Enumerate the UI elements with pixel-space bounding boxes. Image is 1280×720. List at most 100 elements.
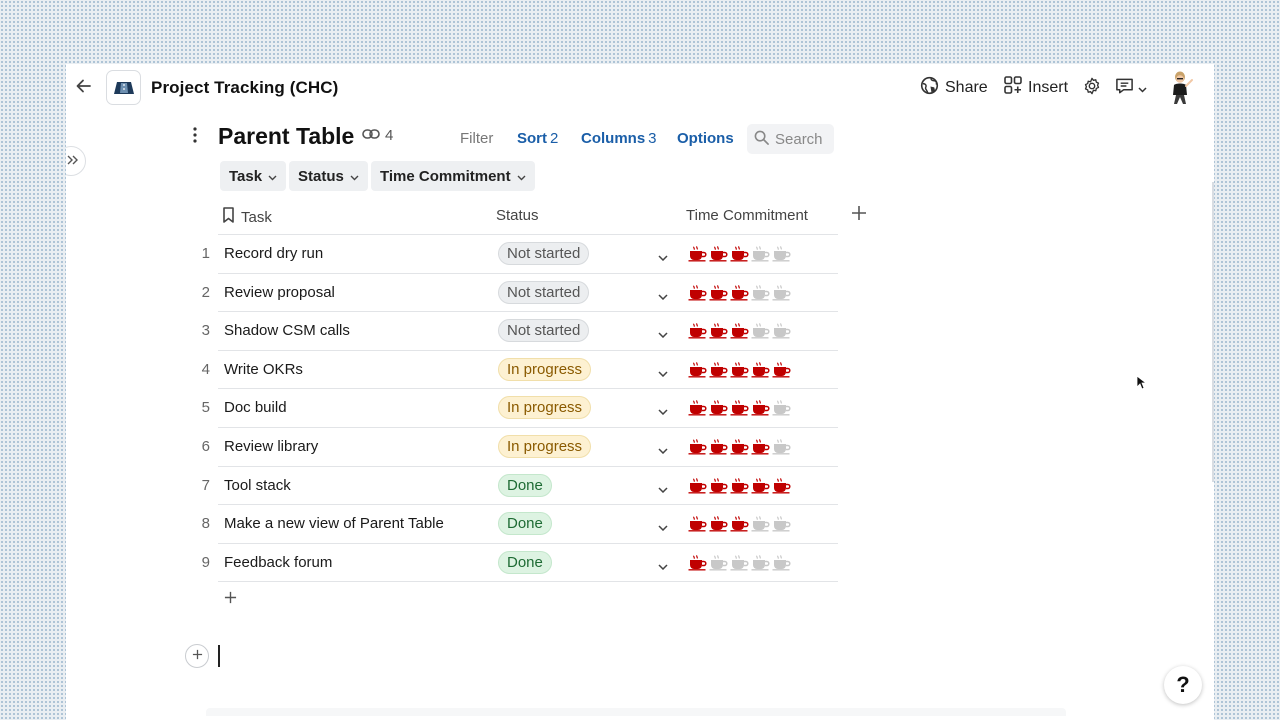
chevron-down-icon[interactable] — [658, 480, 668, 498]
time-commitment-rating[interactable] — [688, 477, 791, 499]
task-cell[interactable]: Make a new view of Parent Table — [224, 515, 444, 532]
insert-button[interactable]: Insert — [1004, 76, 1068, 99]
status-badge[interactable]: Not started — [498, 242, 590, 265]
coffee-cup-icon[interactable] — [730, 400, 749, 421]
coffee-cup-icon[interactable] — [709, 438, 728, 460]
sort-button[interactable]: Sort 2 — [517, 130, 558, 147]
avatar[interactable] — [1164, 69, 1196, 105]
linked-count[interactable]: 4 — [362, 127, 393, 144]
coffee-cup-icon[interactable] — [688, 245, 707, 267]
coffee-cup-icon[interactable] — [709, 554, 728, 576]
status-badge[interactable]: In progress — [498, 357, 592, 381]
chevron-down-icon[interactable] — [658, 518, 668, 536]
column-header-task[interactable]: Task — [222, 207, 272, 227]
coffee-cup-icon[interactable] — [772, 516, 791, 537]
coffee-cup-icon[interactable] — [751, 323, 770, 344]
column-header-time-commitment[interactable]: Time Commitment — [686, 207, 808, 224]
coffee-cup-icon[interactable] — [772, 438, 791, 460]
options-button[interactable]: Options — [677, 130, 734, 147]
coffee-cup-icon[interactable] — [751, 245, 770, 267]
table-title[interactable]: Parent Table — [218, 123, 354, 150]
back-arrow-icon[interactable] — [74, 76, 94, 96]
task-cell[interactable]: Review library — [224, 438, 318, 455]
coffee-cup-icon[interactable] — [772, 477, 791, 499]
task-cell[interactable]: Review proposal — [224, 284, 335, 301]
coffee-cup-icon[interactable] — [688, 361, 707, 383]
table-row[interactable]: 8 Make a new view of Parent Table Done — [202, 504, 838, 543]
coffee-cup-icon[interactable] — [730, 438, 749, 460]
status-badge[interactable]: Done — [498, 550, 552, 574]
table-row[interactable]: 9 Feedback forum Done — [202, 542, 838, 582]
coffee-cup-icon[interactable] — [751, 438, 770, 460]
coffee-cup-icon[interactable] — [688, 323, 707, 344]
coffee-cup-icon[interactable] — [772, 323, 791, 344]
gear-icon[interactable] — [1083, 77, 1101, 100]
task-cell[interactable]: Doc build — [224, 399, 287, 416]
group-chip-task[interactable]: Task — [220, 161, 287, 191]
time-commitment-rating[interactable] — [688, 323, 791, 344]
time-commitment-rating[interactable] — [688, 284, 791, 306]
chevron-down-icon[interactable] — [658, 441, 668, 459]
time-commitment-rating[interactable] — [688, 554, 791, 576]
table-row[interactable]: 7 Tool stack Done — [202, 465, 838, 505]
coffee-cup-icon[interactable] — [730, 245, 749, 267]
coffee-cup-icon[interactable] — [751, 477, 770, 499]
coffee-cup-icon[interactable] — [688, 400, 707, 421]
coffee-cup-icon[interactable] — [751, 284, 770, 306]
coffee-cup-icon[interactable] — [688, 284, 707, 306]
time-commitment-rating[interactable] — [688, 361, 791, 383]
search-input[interactable]: Search — [747, 124, 834, 154]
coffee-cup-icon[interactable] — [730, 361, 749, 383]
coffee-cup-icon[interactable] — [709, 400, 728, 421]
task-cell[interactable]: Shadow CSM calls — [224, 322, 350, 339]
chevron-down-icon[interactable] — [658, 248, 668, 266]
task-cell[interactable]: Tool stack — [224, 477, 291, 494]
time-commitment-rating[interactable] — [688, 400, 791, 421]
status-badge[interactable]: In progress — [498, 396, 592, 420]
status-badge[interactable]: Done — [498, 473, 552, 497]
add-block-button[interactable] — [185, 644, 209, 668]
coffee-cup-icon[interactable] — [709, 323, 728, 344]
time-commitment-rating[interactable] — [688, 438, 791, 460]
task-cell[interactable]: Write OKRs — [224, 361, 303, 378]
coffee-cup-icon[interactable] — [730, 516, 749, 537]
table-row[interactable]: 6 Review library In progress — [202, 427, 838, 466]
task-cell[interactable]: Record dry run — [224, 245, 323, 262]
coffee-cup-icon[interactable] — [730, 323, 749, 344]
help-button[interactable]: ? — [1164, 666, 1202, 704]
columns-button[interactable]: Columns 3 — [581, 130, 657, 147]
expand-sidebar-button[interactable] — [66, 146, 86, 176]
add-row-icon[interactable] — [224, 591, 237, 609]
table-row[interactable]: 2 Review proposal Not started — [202, 272, 838, 312]
filter-button[interactable]: Filter — [460, 130, 493, 147]
group-chip-status[interactable]: Status — [289, 161, 368, 191]
coffee-cup-icon[interactable] — [751, 554, 770, 576]
coffee-cup-icon[interactable] — [709, 245, 728, 267]
coffee-cup-icon[interactable] — [730, 477, 749, 499]
coffee-cup-icon[interactable] — [751, 400, 770, 421]
coffee-cup-icon[interactable] — [709, 516, 728, 537]
add-column-icon[interactable] — [851, 205, 867, 226]
doc-icon[interactable] — [106, 70, 141, 105]
coffee-cup-icon[interactable] — [751, 516, 770, 537]
coffee-cup-icon[interactable] — [772, 361, 791, 383]
coffee-cup-icon[interactable] — [688, 438, 707, 460]
column-header-status[interactable]: Status — [496, 207, 539, 224]
table-row[interactable]: 1 Record dry run Not started — [202, 234, 838, 273]
group-chip-time-commitment[interactable]: Time Commitment — [371, 161, 535, 191]
coffee-cup-icon[interactable] — [772, 400, 791, 421]
coffee-cup-icon[interactable] — [772, 554, 791, 576]
time-commitment-rating[interactable] — [688, 245, 791, 267]
status-badge[interactable]: In progress — [498, 435, 592, 458]
status-badge[interactable]: Not started — [498, 280, 590, 304]
chevron-down-icon[interactable] — [658, 557, 668, 575]
share-button[interactable]: Share — [920, 76, 988, 100]
coffee-cup-icon[interactable] — [772, 245, 791, 267]
chevron-down-icon[interactable] — [658, 325, 668, 343]
coffee-cup-icon[interactable] — [772, 284, 791, 306]
table-menu-icon[interactable] — [192, 126, 198, 149]
status-badge[interactable]: Not started — [498, 319, 590, 343]
coffee-cup-icon[interactable] — [730, 284, 749, 306]
comments-menu-button[interactable] — [1115, 77, 1147, 100]
coffee-cup-icon[interactable] — [688, 554, 707, 576]
